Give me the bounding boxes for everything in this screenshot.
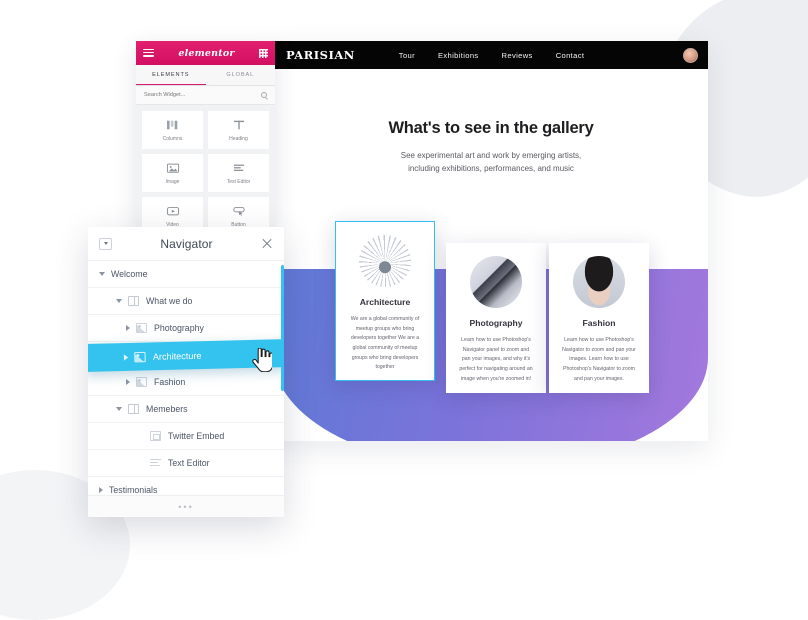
twitter-embed-icon xyxy=(150,431,161,441)
elementor-logo: elementor xyxy=(178,47,235,59)
navigator-title: Navigator xyxy=(160,236,213,251)
chevron-down-icon[interactable] xyxy=(116,407,122,411)
card-title: Architecture xyxy=(359,297,411,307)
tree-item-what-we-do[interactable]: What we do xyxy=(88,288,284,315)
hamburger-icon[interactable] xyxy=(143,48,154,58)
tree-item-label: Memebers xyxy=(146,404,188,414)
card-photography[interactable]: Photography Learn how to use Photoshop's… xyxy=(446,243,546,393)
widget-button[interactable]: Button xyxy=(208,197,269,229)
tree-item-memebers[interactable]: Memebers xyxy=(88,396,284,423)
fashion-portrait-photo-icon xyxy=(573,256,625,308)
tab-global[interactable]: GLOBAL xyxy=(206,65,276,85)
tree-item-fashion[interactable]: Fashion xyxy=(88,369,284,396)
navigator-footer: ••• xyxy=(88,495,284,517)
widget-heading[interactable]: Heading xyxy=(208,111,269,149)
widget-text-editor[interactable]: Text Editor xyxy=(208,154,269,192)
chevron-right-icon[interactable] xyxy=(123,353,129,361)
card-architecture[interactable]: Architecture We are a global community o… xyxy=(335,221,435,381)
card-body: We are a global community of meetup grou… xyxy=(350,316,420,371)
chevron-right-icon[interactable] xyxy=(126,325,130,331)
tree-item-label: What we do xyxy=(146,296,193,306)
widget-label: Image xyxy=(165,178,180,185)
tree-item-label: Photography xyxy=(154,323,204,333)
tree-item-twitter-embed[interactable]: Twitter Embed xyxy=(88,423,284,450)
card-title: Fashion xyxy=(582,318,616,328)
text-editor-icon xyxy=(233,164,244,171)
navigator-header: Navigator xyxy=(88,227,284,261)
widget-image[interactable]: Image xyxy=(142,154,203,192)
grid-icon[interactable] xyxy=(258,48,268,58)
tab-elements[interactable]: ELEMENTS xyxy=(136,65,206,85)
widget-label: Heading xyxy=(229,135,248,142)
tree-item-label: Twitter Embed xyxy=(168,431,225,441)
website-preview: PARISIAN Tour Exhibitions Reviews Contac… xyxy=(274,41,708,441)
camera-lens-photo-icon xyxy=(470,256,522,308)
tree-item-architecture[interactable]: Architecture xyxy=(88,339,284,372)
close-icon[interactable] xyxy=(261,238,273,250)
navigator-tree: Welcome What we do Photography Architect… xyxy=(88,261,284,504)
widget-columns[interactable]: Columns xyxy=(142,111,203,149)
tree-item-text-editor[interactable]: Text Editor xyxy=(88,450,284,477)
image-icon xyxy=(136,323,147,333)
chevron-right-icon[interactable] xyxy=(126,379,130,385)
widget-search-bar xyxy=(136,86,275,105)
chevron-down-icon[interactable] xyxy=(116,299,122,303)
tree-item-welcome[interactable]: Welcome xyxy=(88,261,284,288)
card-title: Photography xyxy=(469,318,523,328)
widget-video[interactable]: Video xyxy=(142,197,203,229)
image-icon xyxy=(136,377,147,387)
tree-item-label: Welcome xyxy=(111,269,148,279)
widget-label: Text Editor xyxy=(226,178,251,185)
elementor-panel-header: elementor xyxy=(136,41,275,65)
video-icon xyxy=(166,206,179,215)
columns-icon xyxy=(128,404,139,414)
card-body: Learn how to use Photoshop's Navigator t… xyxy=(562,337,636,382)
image-icon xyxy=(166,163,179,173)
card-body: Learn how to use Photoshop's Navigator p… xyxy=(459,337,533,382)
heading-icon xyxy=(233,120,244,129)
navigator-panel: Navigator Welcome What we do Photography… xyxy=(88,227,284,517)
tree-item-label: Text Editor xyxy=(168,458,210,468)
columns-icon xyxy=(166,120,177,129)
elementor-tabs: ELEMENTS GLOBAL xyxy=(136,65,275,86)
tree-item-photography[interactable]: Photography xyxy=(88,315,284,342)
button-icon xyxy=(232,206,245,216)
chevron-down-icon[interactable] xyxy=(99,272,105,276)
search-icon[interactable] xyxy=(261,92,267,98)
image-icon xyxy=(134,351,146,362)
chevron-right-icon[interactable] xyxy=(99,487,103,493)
architecture-dome-photo-icon xyxy=(359,235,411,287)
text-editor-icon xyxy=(150,458,161,468)
elementor-panel: elementor ELEMENTS GLOBAL Columns Headin… xyxy=(136,41,275,229)
gallery-cards: Architecture We are a global community o… xyxy=(274,41,708,441)
columns-icon xyxy=(128,296,139,306)
widget-grid: Columns Heading Image Text Editor Video … xyxy=(136,105,275,229)
card-fashion[interactable]: Fashion Learn how to use Photoshop's Nav… xyxy=(549,243,649,393)
tree-item-label: Fashion xyxy=(154,377,186,387)
navigator-scrollbar[interactable] xyxy=(281,265,284,391)
caret-down-box-icon[interactable] xyxy=(99,237,112,250)
resize-grip[interactable]: ••• xyxy=(178,502,193,511)
search-input[interactable] xyxy=(144,92,261,98)
widget-label: Columns xyxy=(162,135,183,142)
tree-item-label: Testimonials xyxy=(109,485,158,495)
tree-item-label: Architecture xyxy=(152,349,202,362)
